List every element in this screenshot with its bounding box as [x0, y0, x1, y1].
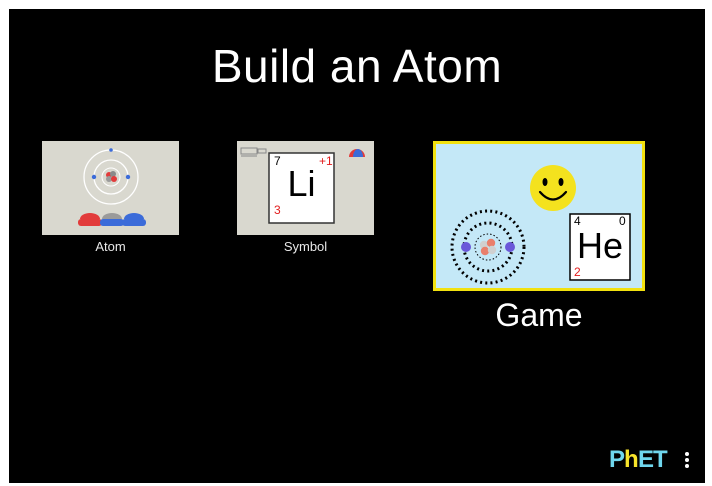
atom-thumbnail	[42, 141, 179, 235]
phet-logo[interactable]: P h ET	[609, 445, 699, 476]
symbol-atomic-number: 3	[274, 203, 281, 217]
phet-logo-icon: P h ET	[609, 446, 689, 473]
game-thumbnail: 4 0 He 2	[433, 141, 645, 291]
game-atomic-number: 2	[574, 265, 581, 279]
atom-icon	[78, 148, 146, 226]
symbol-screen-button[interactable]: 7 +1 Li 3 Symbol	[237, 141, 374, 261]
svg-text:h: h	[624, 446, 638, 471]
symbol-screen-label: Symbol	[283, 239, 328, 254]
svg-text:ET: ET	[638, 446, 668, 471]
symbol-element: Li	[287, 163, 316, 204]
sim-title: Build an Atom	[211, 40, 503, 92]
symbol-thumbnail: 7 +1 Li 3	[237, 141, 374, 235]
smiley-icon	[530, 165, 576, 211]
game-screen-button[interactable]: 4 0 He 2 Game	[433, 141, 648, 341]
atom-screen-button[interactable]: Atom	[42, 141, 179, 261]
svg-text:P: P	[609, 446, 625, 471]
game-screen-label: Game	[495, 297, 583, 333]
home-screen: Build an Atom Atom 7 +1 Li 3 Symbol 4 0 …	[9, 9, 705, 483]
game-element: He	[576, 225, 624, 266]
atom-screen-label: Atom	[95, 239, 126, 254]
